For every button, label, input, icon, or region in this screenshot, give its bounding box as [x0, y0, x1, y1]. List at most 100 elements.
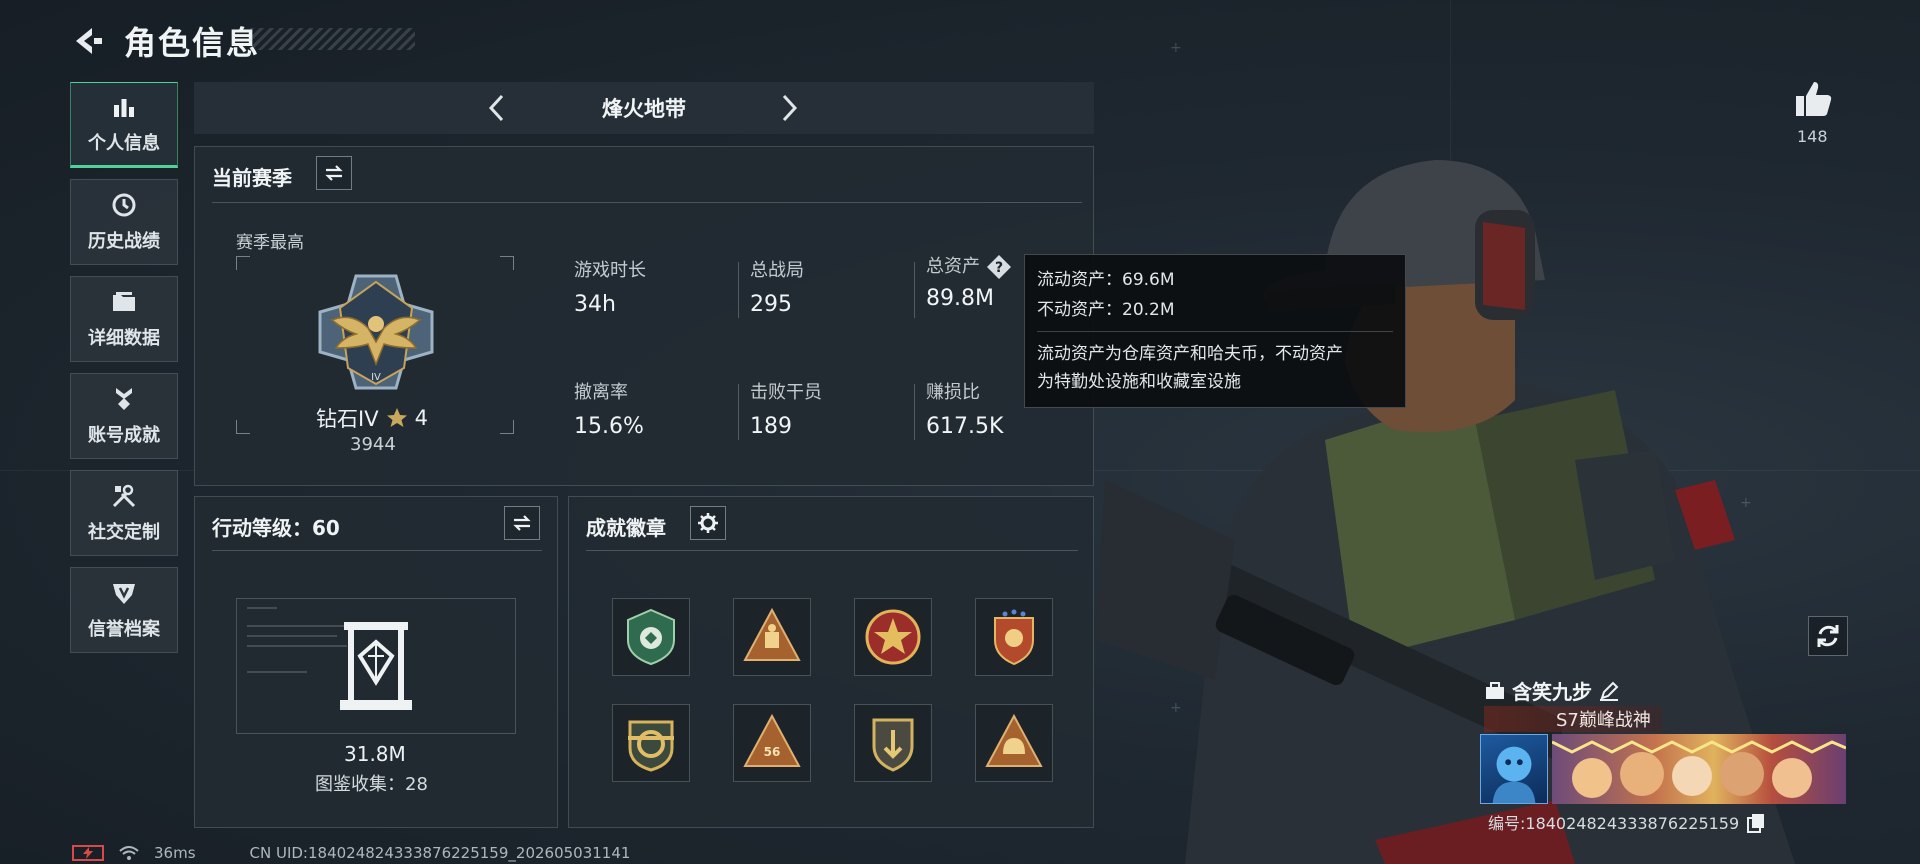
- status-footer: 36ms CN UID:184024824333876225159_202605…: [72, 844, 630, 862]
- sidebar: 个人信息 历史战绩 详细数据 账号成就 社交定制 信誉档案: [70, 82, 178, 664]
- sidebar-item-reputation[interactable]: 信誉档案: [70, 567, 178, 653]
- tooltip-liquid-assets: 流动资产：69.6M: [1037, 270, 1175, 290]
- badge-triangle-robot-icon: [743, 607, 801, 661]
- season-switch-button[interactable]: [316, 156, 352, 190]
- thumbs-up-icon[interactable]: [1792, 78, 1836, 122]
- badge-crest-gold-icon: [628, 720, 674, 772]
- stat-value: 89.8M: [926, 286, 994, 311]
- sidebar-item-social-custom[interactable]: 社交定制: [70, 470, 178, 556]
- achievements-settings-button[interactable]: [690, 506, 726, 540]
- avatar-image: [1492, 746, 1536, 803]
- sidebar-item-achievements[interactable]: 账号成就: [70, 373, 178, 459]
- name-card-art: [1552, 740, 1846, 798]
- stat-value: 15.6%: [574, 414, 644, 439]
- stat-label: 总资产: [926, 256, 980, 277]
- refresh-button[interactable]: [1808, 616, 1848, 656]
- stat-extract-rate: 撤离率 15.6%: [574, 378, 644, 439]
- swap-icon: [513, 515, 531, 531]
- sidebar-item-history[interactable]: 历史战绩: [70, 179, 178, 265]
- stat-separator: [738, 384, 739, 440]
- badge-star-red-icon: [865, 609, 921, 665]
- stat-total-assets: 总资产 ? 89.8M: [926, 252, 1012, 311]
- name-card-banner: [1552, 734, 1846, 804]
- stat-label: 总战局: [750, 260, 804, 281]
- collection-count: 图鉴收集：28: [315, 774, 428, 795]
- stat-label: 击败干员: [750, 382, 822, 403]
- mode-title: 烽火地带: [602, 97, 686, 121]
- assets-tooltip: 流动资产：69.6M 不动资产：20.2M 流动资产为仓库资产和哈夫币，不动资产…: [1024, 254, 1406, 408]
- clock-icon: [112, 193, 136, 217]
- stat-play-time: 游戏时长 34h: [574, 256, 646, 317]
- chevron-left-icon[interactable]: [482, 92, 514, 124]
- stat-total-matches: 总战局 295: [750, 256, 804, 317]
- badge-triangle-56[interactable]: 56: [733, 704, 811, 782]
- medal-icon: [116, 388, 132, 410]
- operation-level-value: 31.8M: [344, 742, 406, 766]
- player-uid-row: 编号:184024824333876225159: [1488, 810, 1767, 834]
- badge-star-red[interactable]: [854, 598, 932, 676]
- badge-shield-stars[interactable]: [975, 598, 1053, 676]
- stat-operators-defeated: 击败干员 189: [750, 378, 822, 439]
- stat-value: 34h: [574, 292, 616, 317]
- stat-separator: [914, 262, 915, 318]
- badge-triangle-robot[interactable]: [733, 598, 811, 676]
- copy-icon[interactable]: [1745, 811, 1767, 833]
- player-name: 含笑九步: [1512, 680, 1592, 704]
- sidebar-item-label: 账号成就: [88, 425, 160, 446]
- sidebar-item-label: 个人信息: [88, 133, 160, 154]
- sidebar-item-personal-info[interactable]: 个人信息: [70, 82, 178, 168]
- rank-emblem-icon: IV: [318, 274, 434, 390]
- page-header: 角色信息: [70, 18, 260, 64]
- badge-shield-arrow[interactable]: [854, 704, 932, 782]
- player-name-row: 含笑九步: [1484, 676, 1620, 705]
- stat-value: 617.5K: [926, 414, 1004, 439]
- stat-label: 游戏时长: [574, 260, 646, 281]
- rank-name-text: 钻石IV: [316, 407, 379, 431]
- wifi-icon: [119, 846, 139, 860]
- help-icon[interactable]: ?: [986, 254, 1012, 280]
- badge-shield-green-icon: [627, 608, 675, 666]
- badge-shield-arrow-icon: [872, 718, 914, 772]
- stat-separator: [738, 262, 739, 318]
- stat-separator: [914, 384, 915, 440]
- like-count: 148: [1797, 127, 1828, 146]
- edit-icon[interactable]: [1598, 680, 1620, 702]
- player-uid: 编号:184024824333876225159: [1488, 814, 1740, 833]
- operation-switch-button[interactable]: [504, 506, 540, 540]
- divider: [212, 202, 1082, 203]
- mode-selector: 烽火地带: [194, 82, 1094, 134]
- back-arrow-icon[interactable]: [70, 24, 104, 58]
- badge-crest-gold[interactable]: [612, 704, 690, 782]
- gear-icon: [698, 513, 718, 533]
- chevron-right-icon[interactable]: [772, 92, 804, 124]
- bar-chart-icon: [114, 99, 134, 117]
- season-title: 当前赛季: [212, 166, 292, 190]
- title-decoration: [250, 28, 415, 50]
- swap-icon: [325, 165, 343, 181]
- sidebar-item-detailed-data[interactable]: 详细数据: [70, 276, 178, 362]
- svg-text:56: 56: [764, 745, 781, 759]
- stat-profit-loss: 赚损比 617.5K: [926, 378, 1003, 439]
- stat-label: 赚损比: [926, 382, 980, 403]
- operation-level-title: 行动等级：60: [212, 516, 340, 540]
- divider: [212, 550, 542, 551]
- tooltip-description-line2: 为特勤处设施和收藏室设施: [1037, 372, 1241, 392]
- badge-shield-green[interactable]: [612, 598, 690, 676]
- stat-value: 189: [750, 414, 792, 439]
- avatar[interactable]: [1480, 734, 1548, 804]
- badge-triangle-helmet-icon: [985, 713, 1043, 767]
- badge-triangle-56-icon: 56: [743, 713, 801, 767]
- player-title-banner: S7巅峰战神: [1484, 706, 1662, 732]
- folder-icon: [113, 292, 135, 311]
- svg-text:IV: IV: [371, 372, 381, 383]
- divider: [586, 550, 1078, 551]
- star-icon: [386, 408, 407, 427]
- briefcase-icon: [1486, 681, 1504, 699]
- svg-text:?: ?: [995, 260, 1003, 276]
- tooltip-divider: [1037, 331, 1393, 332]
- rank-stars: 4: [414, 406, 428, 430]
- badge-triangle-helmet[interactable]: [975, 704, 1053, 782]
- tooltip-fixed-assets: 不动资产：20.2M: [1037, 300, 1175, 320]
- sidebar-item-label: 社交定制: [88, 522, 160, 543]
- rank-score: 3944: [350, 434, 396, 455]
